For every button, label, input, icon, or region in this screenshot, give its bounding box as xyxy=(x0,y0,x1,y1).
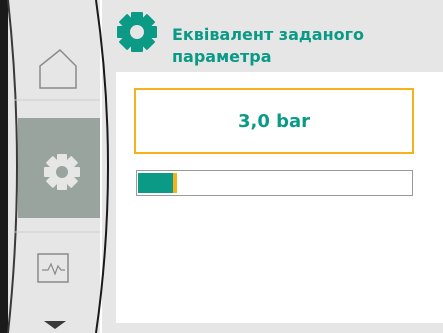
chevron-down-icon[interactable] xyxy=(40,317,70,333)
sidebar-item-home[interactable] xyxy=(20,40,100,100)
page-title: Еквівалент заданого параметра xyxy=(172,25,364,66)
settings-gear-icon xyxy=(44,154,80,190)
gear-icon xyxy=(117,12,157,52)
setpoint-progress-marker xyxy=(173,173,177,193)
setpoint-value-text: 3,0 bar xyxy=(237,110,311,132)
setpoint-progress-fill xyxy=(138,173,173,193)
setpoint-value-field[interactable]: 3,0 bar xyxy=(134,88,414,154)
screen: Еквівалент заданого параметра 3,0 bar xyxy=(0,0,443,333)
diagnostics-icon xyxy=(37,253,69,283)
sidebar-item-diagnostics[interactable] xyxy=(28,248,88,292)
home-icon xyxy=(39,48,77,89)
sidebar-item-settings[interactable] xyxy=(18,118,100,218)
setpoint-progress-bar xyxy=(136,170,413,196)
